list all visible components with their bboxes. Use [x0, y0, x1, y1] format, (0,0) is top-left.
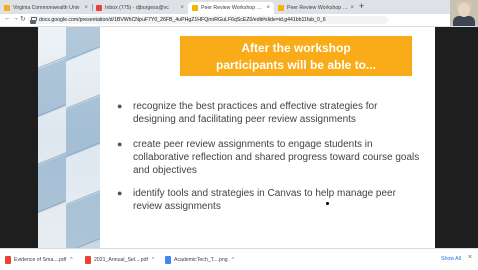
tab-peer-review-workshop[interactable]: Peer Review Workshop - Mar × — [274, 2, 358, 14]
slide-title-line-1: After the workshop — [241, 41, 351, 55]
bullet-item-1: recognize the best practices and effecti… — [133, 100, 428, 126]
download-filename: Evidence of Sma....pdf — [14, 256, 67, 263]
tab-peer-review-presentation[interactable]: Peer Review Workshop Prese × — [188, 2, 274, 14]
slide-title-box: After the workshop participants will be … — [180, 36, 412, 76]
pdf-file-icon — [85, 255, 91, 264]
address-bar: ← → ↻ docs.google.com/presentation/d/1BV… — [0, 14, 478, 27]
tab-close-icon[interactable]: × — [180, 5, 184, 11]
tab-title: Peer Review Workshop Prese — [201, 5, 265, 11]
slides-favicon-icon — [192, 5, 198, 11]
slides-favicon-icon — [278, 5, 284, 11]
forward-arrow-icon[interactable]: → — [12, 15, 19, 22]
bullet-icon: ● — [117, 188, 123, 198]
tab-close-icon[interactable]: × — [84, 5, 88, 11]
tab-vcu[interactable]: Virginia Commonwealth Univ × — [0, 2, 92, 14]
reload-icon[interactable]: ↻ — [20, 15, 26, 23]
tab-title: Inbox (775) - djburgess@vc — [105, 5, 169, 11]
bullet-line: create peer review assignments to engage… — [133, 139, 373, 150]
pdf-file-icon — [5, 255, 11, 264]
tab-title: Virginia Commonwealth Univ — [13, 5, 80, 11]
slide-title-line-2: participants will be able to... — [215, 58, 377, 72]
bullet-icon: ● — [117, 101, 123, 111]
close-icon[interactable]: × — [468, 254, 472, 261]
lock-icon-body — [30, 19, 36, 24]
back-arrow-icon[interactable]: ← — [4, 15, 11, 22]
tab-strip: Virginia Commonwealth Univ × Inbox (775)… — [0, 0, 478, 14]
download-filename: 2021_Annual_Sel....pdf — [94, 256, 148, 263]
slide: After the workshop participants will be … — [38, 27, 435, 248]
chevron-up-icon[interactable]: ^ — [152, 257, 154, 263]
bullet-line: review assignments — [133, 201, 221, 212]
building-photo — [38, 27, 100, 248]
tab-inbox[interactable]: Inbox (775) - djburgess@vc × — [92, 2, 188, 14]
bullet-item-3: identify tools and strategies in Canvas … — [133, 187, 428, 213]
bullet-line: recognize the best practices and effecti… — [133, 101, 378, 112]
url-text: docs.google.com/presentation/d/1BVWhCNpu… — [39, 16, 326, 23]
bullet-line: collaborative reflection and shared prog… — [133, 152, 420, 163]
chevron-up-icon[interactable]: ^ — [70, 257, 72, 263]
tab-close-icon[interactable]: × — [266, 5, 270, 11]
mouse-pointer — [326, 202, 329, 205]
presenter-face — [458, 3, 470, 17]
webcam-thumbnail — [450, 0, 478, 26]
download-item[interactable]: AcademicTech_T....png ^ — [165, 254, 234, 265]
show-all-downloads-button[interactable]: Show All — [441, 256, 461, 262]
presentation-stage: After the workshop participants will be … — [0, 27, 478, 248]
bullet-item-2: create peer review assignments to engage… — [133, 138, 428, 177]
image-file-icon — [165, 255, 171, 264]
bullet-line: identify tools and strategies in Canvas … — [133, 188, 396, 199]
download-item[interactable]: Evidence of Sma....pdf ^ — [5, 254, 73, 265]
url-input[interactable]: docs.google.com/presentation/d/1BVWhCNpu… — [28, 16, 388, 24]
chevron-up-icon[interactable]: ^ — [232, 257, 234, 263]
bullet-line: and objectives — [133, 165, 197, 176]
vcu-favicon-icon — [4, 5, 10, 11]
bullet-icon: ● — [117, 139, 123, 149]
gmail-favicon-icon — [96, 5, 102, 11]
download-item[interactable]: 2021_Annual_Sel....pdf ^ — [85, 254, 154, 265]
bullet-line: designing and facilitating peer review a… — [133, 114, 356, 125]
new-tab-button[interactable]: + — [359, 1, 364, 11]
presenter-body — [453, 16, 475, 26]
downloads-bar: Evidence of Sma....pdf ^ 2021_Annual_Sel… — [0, 248, 478, 270]
tab-title: Peer Review Workshop - Mar — [287, 5, 349, 11]
tab-close-icon[interactable]: × — [350, 5, 354, 11]
download-filename: AcademicTech_T....png — [174, 256, 228, 263]
